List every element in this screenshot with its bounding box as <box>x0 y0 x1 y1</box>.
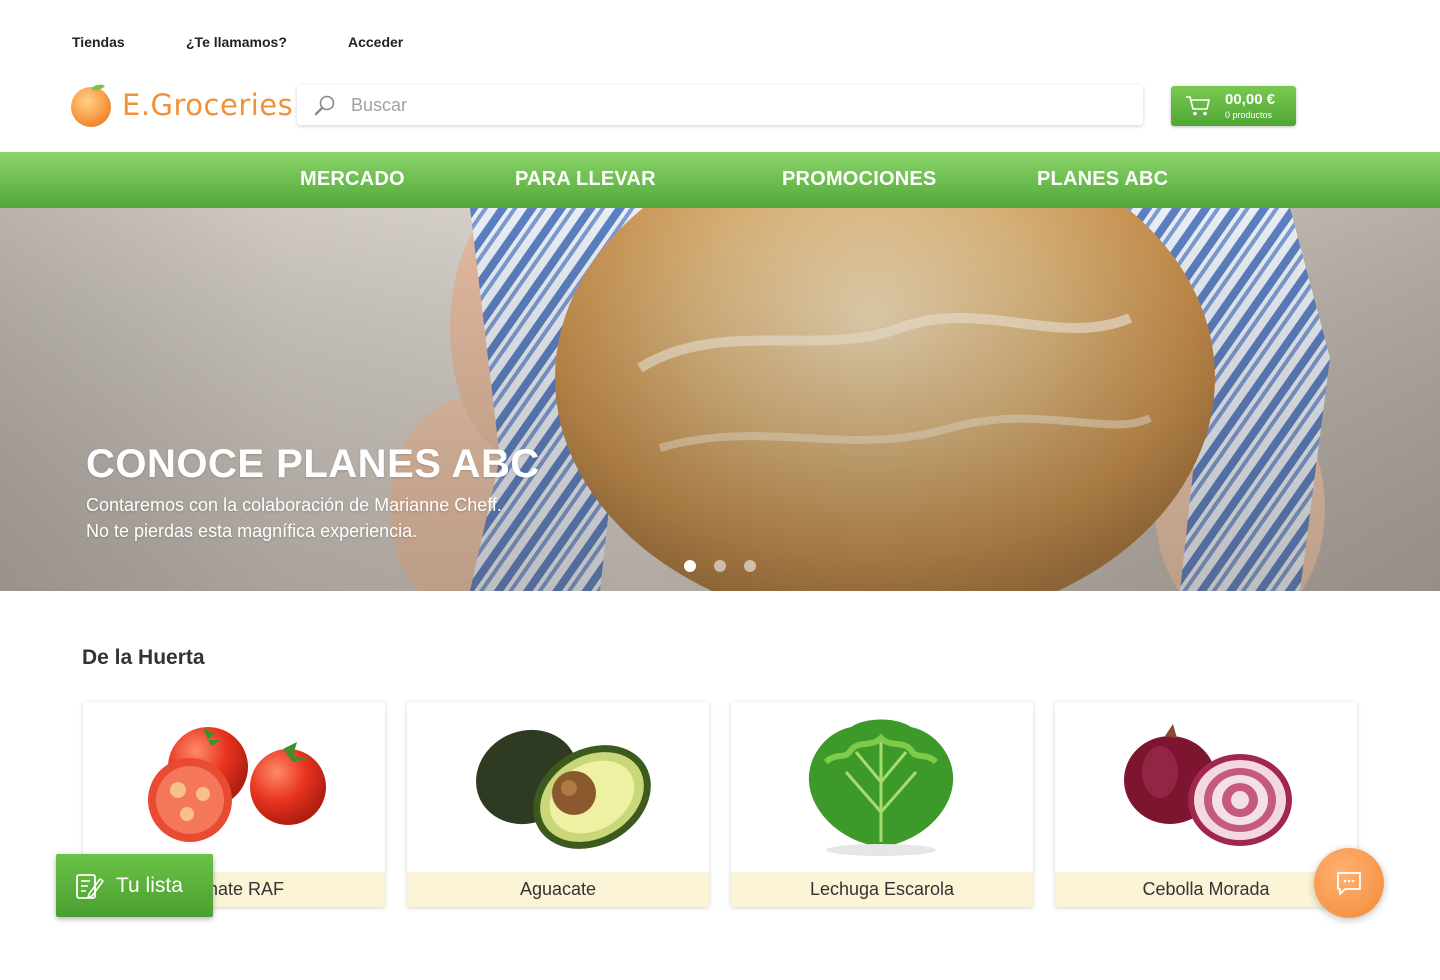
section-title: De la Huerta <box>82 646 205 669</box>
my-list-label: Tu lista <box>116 874 183 897</box>
carousel-dot-1[interactable] <box>684 560 696 572</box>
lettuce-icon <box>808 719 954 856</box>
cart-button[interactable]: 00,00 € 0 productos <box>1171 86 1296 126</box>
shopping-cart-icon <box>1186 96 1210 116</box>
tomato-icon <box>148 727 326 842</box>
nav-item-planes-abc[interactable]: PLANES ABC <box>1037 168 1168 191</box>
product-card-avocado[interactable]: Aguacate <box>407 702 709 907</box>
carousel-dot-3[interactable] <box>744 560 756 572</box>
search-bar <box>297 85 1143 125</box>
hero-title: CONOCE PLANES ABC <box>86 442 540 486</box>
product-name: Cebolla Morada <box>1055 872 1357 907</box>
hero-subtitle-line-2: No te pierdas esta magnífica experiencia… <box>86 521 418 541</box>
peach-logo-icon <box>68 82 114 128</box>
product-card-lettuce[interactable]: Lechuga Escarola <box>731 702 1033 907</box>
carousel-dots <box>684 560 756 572</box>
nav-item-para-llevar[interactable]: PARA LLEVAR <box>515 168 656 191</box>
hero-carousel[interactable]: CONOCE PLANES ABC Contaremos con la cola… <box>0 208 1440 591</box>
call-me-link[interactable]: ¿Te llamamos? <box>186 34 287 50</box>
brand-logo[interactable]: E.Groceries <box>68 80 293 130</box>
brand-name: E.Groceries <box>122 88 294 122</box>
main-nav: MERCADO PARA LLEVAR PROMOCIONES PLANES A… <box>0 152 1440 208</box>
chat-icon <box>1337 872 1361 895</box>
avocado-icon <box>476 729 651 849</box>
hero-subtitle-line-1: Contaremos con la colaboración de Marian… <box>86 495 502 515</box>
product-name: Lechuga Escarola <box>731 872 1033 907</box>
cart-amount: 00,00 € <box>1225 91 1276 108</box>
nav-item-mercado[interactable]: MERCADO <box>300 168 405 191</box>
search-icon[interactable] <box>313 93 337 117</box>
my-list-button[interactable]: Tu lista <box>56 854 213 917</box>
stores-link[interactable]: Tiendas <box>72 34 125 50</box>
search-input[interactable] <box>351 94 1111 116</box>
carousel-dot-2[interactable] <box>714 560 726 572</box>
chat-button[interactable] <box>1314 848 1384 918</box>
nav-item-promociones[interactable]: PROMOCIONES <box>782 168 936 191</box>
login-link[interactable]: Acceder <box>348 34 403 50</box>
list-edit-icon <box>76 874 104 899</box>
cart-count: 0 productos <box>1225 110 1273 120</box>
product-card-onion[interactable]: Cebolla Morada <box>1055 702 1357 907</box>
red-onion-icon <box>1124 724 1292 846</box>
product-name: Aguacate <box>407 872 709 907</box>
